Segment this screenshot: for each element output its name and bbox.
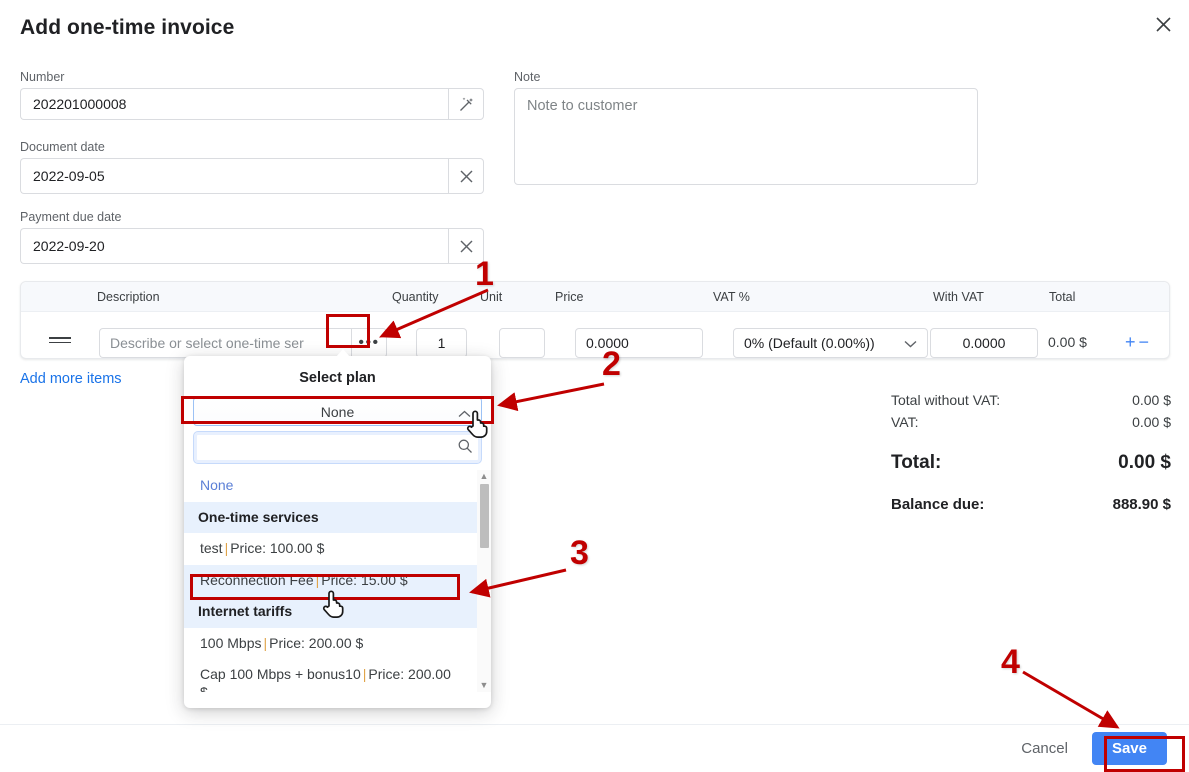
- total-without-vat-row: Total without VAT: 0.00 $: [891, 392, 1171, 408]
- list-item-group: Internet tariffs: [184, 596, 491, 628]
- description-input[interactable]: [99, 328, 351, 358]
- plan-options-list[interactable]: None One-time services test | Price: 100.0…: [184, 470, 491, 692]
- annotation-step-4: 4: [1001, 643, 1020, 681]
- number-input[interactable]: [20, 88, 448, 120]
- document-date-label: Document date: [20, 140, 105, 154]
- column-header-description: Description: [97, 290, 160, 304]
- list-item[interactable]: 100 Mbps | Price: 200.00 $: [184, 628, 491, 660]
- close-icon[interactable]: [1147, 8, 1179, 40]
- vat-select-value: 0% (Default (0.00%)): [744, 335, 875, 351]
- total-label: Total:: [891, 452, 942, 473]
- note-textarea[interactable]: [514, 88, 978, 185]
- list-item[interactable]: Cap 100 Mbps + bonus10 | Price: 200.00 $: [184, 659, 491, 692]
- option-separator: |: [263, 634, 268, 651]
- with-vat-input[interactable]: [930, 328, 1038, 358]
- vat-row: VAT: 0.00 $: [891, 414, 1171, 430]
- column-header-price: Price: [555, 290, 584, 304]
- items-table-header: Description Quantity Unit Price VAT % Wi…: [21, 282, 1169, 312]
- column-header-quantity: Quantity: [392, 290, 439, 304]
- search-icon: [457, 438, 473, 457]
- balance-due-label: Balance due:: [891, 496, 985, 513]
- table-row: ••• 0% (Default (0.00%)) 0.00 $ +−: [21, 312, 1169, 358]
- price-input[interactable]: [575, 328, 703, 358]
- annotation-step-2: 2: [602, 345, 621, 383]
- dropdown-scrollbar[interactable]: ▲ ▼: [477, 470, 491, 692]
- vat-select[interactable]: 0% (Default (0.00%)): [733, 328, 928, 358]
- total-without-vat-value: 0.00 $: [1132, 392, 1171, 408]
- scroll-up-arrow-icon[interactable]: ▲: [480, 472, 489, 481]
- vat-value: 0.00 $: [1132, 414, 1171, 430]
- list-item[interactable]: None: [184, 470, 491, 502]
- annotation-step-1: 1: [475, 255, 494, 293]
- magic-wand-icon[interactable]: [448, 88, 484, 120]
- page-title: Add one-time invoice: [20, 16, 235, 39]
- select-plan-title: Select plan: [299, 370, 376, 386]
- option-name: Reconnection Fee: [200, 571, 314, 588]
- unit-input[interactable]: [499, 328, 545, 358]
- option-price: Price: 200.00 $: [269, 634, 364, 651]
- total-row: Total: 0.00 $: [891, 452, 1171, 474]
- remove-row-button[interactable]: −: [1139, 332, 1153, 352]
- vat-label: VAT:: [891, 414, 919, 430]
- scrollbar-thumb[interactable]: [480, 484, 489, 548]
- select-plan-popover: Select plan None None One-time services …: [184, 349, 491, 708]
- quantity-input[interactable]: [416, 328, 467, 358]
- totals-panel: Total without VAT: 0.00 $ VAT: 0.00 $ To…: [891, 392, 1171, 519]
- option-group-label: One-time services: [198, 508, 319, 525]
- description-more-button[interactable]: •••: [351, 328, 387, 358]
- list-item-group: One-time services: [184, 501, 491, 533]
- balance-due-row: Balance due: 888.90 $: [891, 496, 1171, 513]
- add-more-items-link[interactable]: Add more items: [20, 371, 122, 387]
- drag-handle[interactable]: [49, 334, 71, 346]
- row-actions: +−: [1125, 332, 1152, 353]
- plan-select-trigger[interactable]: None: [193, 397, 482, 426]
- total-value: 0.00 $: [1118, 452, 1171, 473]
- save-button[interactable]: Save: [1091, 732, 1167, 765]
- balance-due-value: 888.90 $: [1112, 496, 1171, 513]
- note-field-group: Note: [514, 70, 978, 188]
- payment-due-date-input[interactable]: [20, 228, 448, 264]
- plan-select-value: None: [320, 403, 355, 420]
- list-item[interactable]: test | Price: 100.00 $: [184, 533, 491, 565]
- option-name: Cap 100 Mbps + bonus10: [200, 666, 361, 682]
- cancel-button[interactable]: Cancel: [1015, 739, 1074, 758]
- number-label: Number: [20, 70, 65, 84]
- add-row-button[interactable]: +: [1125, 332, 1139, 352]
- list-item[interactable]: Reconnection Fee | Price: 15.00 $: [184, 564, 491, 596]
- option-name: test: [200, 540, 223, 556]
- document-date-input[interactable]: [20, 158, 448, 194]
- number-field-group: Number: [20, 70, 484, 120]
- plan-search-box[interactable]: [193, 431, 482, 464]
- column-header-with-vat: With VAT: [933, 290, 984, 304]
- annotation-step-3: 3: [570, 534, 589, 572]
- scroll-down-arrow-icon[interactable]: ▼: [480, 681, 489, 690]
- option-name: 100 Mbps: [200, 634, 262, 651]
- column-header-total: Total: [1049, 290, 1076, 304]
- chevron-up-icon: [458, 405, 471, 421]
- payment-due-date-field-group: Payment due date: [20, 210, 484, 264]
- modal-footer: Cancel Save: [0, 724, 1189, 772]
- items-table: Description Quantity Unit Price VAT % Wi…: [20, 281, 1170, 359]
- chevron-down-icon: [904, 335, 917, 351]
- document-date-field-group: Document date: [20, 140, 484, 194]
- row-total-value: 0.00 $: [1048, 334, 1087, 350]
- option-label: None: [200, 477, 234, 493]
- note-label: Note: [514, 70, 541, 84]
- column-header-vat: VAT %: [713, 290, 750, 304]
- total-without-vat-label: Total without VAT:: [891, 392, 1001, 408]
- clear-x-icon[interactable]: [448, 158, 484, 194]
- option-price: Price: 15.00 $: [321, 571, 408, 588]
- option-price: Price: 100.00 $: [230, 540, 325, 556]
- option-group-label: Internet tariffs: [198, 603, 293, 619]
- plan-search-input[interactable]: [204, 438, 457, 457]
- payment-due-date-label: Payment due date: [20, 210, 122, 224]
